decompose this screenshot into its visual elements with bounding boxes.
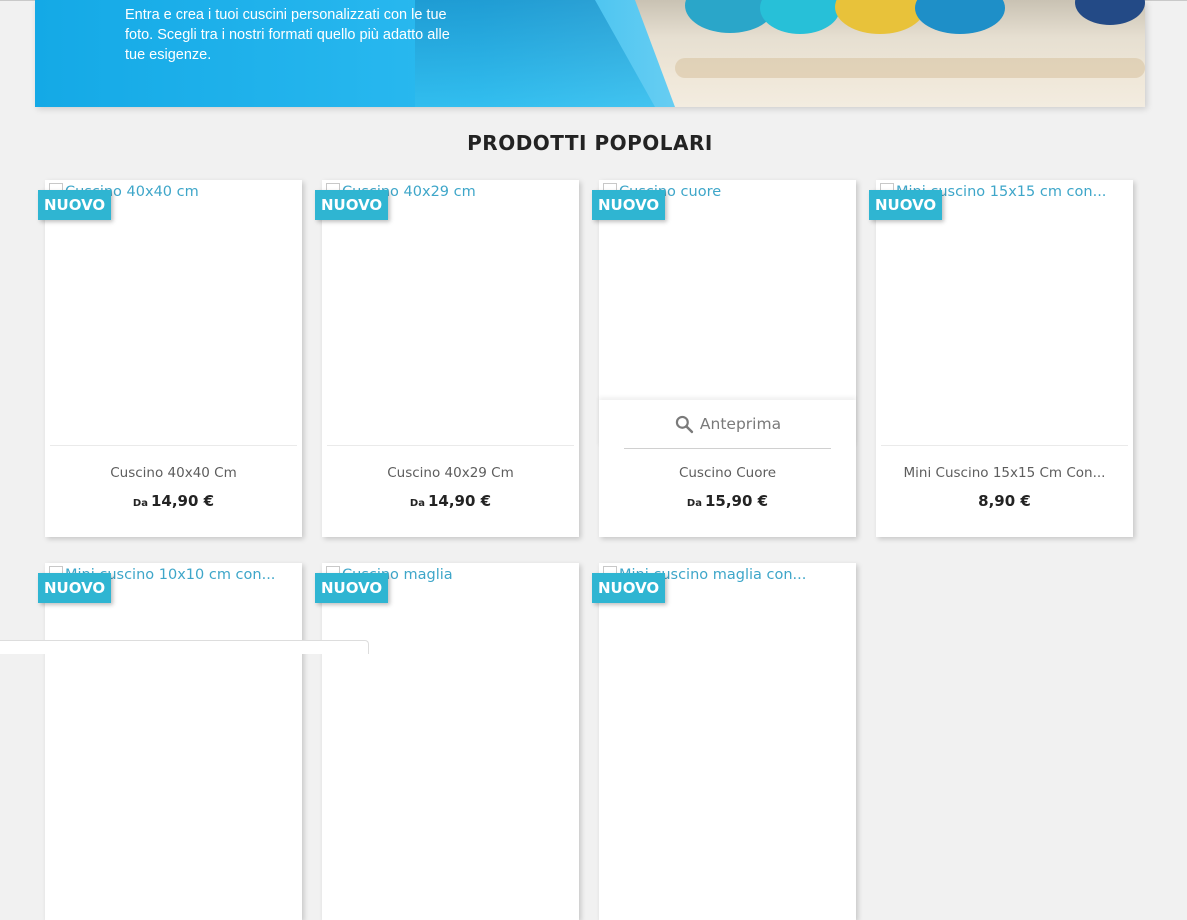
product-name-link[interactable]: Mini Cuscino 15x15 Cm Con...: [876, 465, 1133, 481]
product-card[interactable]: Mini cuscino maglia con... NUOVO: [592, 563, 856, 920]
product-price: 8,90 €: [876, 491, 1133, 510]
product-card[interactable]: Cuscino 40x40 cm NUOVO Cuscino 40x40 Cm …: [38, 180, 302, 537]
product-price: Da 14,90 €: [322, 491, 579, 510]
price-value: 14,90 €: [427, 492, 492, 510]
hero-banner[interactable]: Entra e crea i tuoi cuscini personalizza…: [35, 0, 1145, 107]
banner-couch: [675, 58, 1145, 78]
new-badge: NUOVO: [38, 190, 112, 220]
search-icon: [675, 415, 694, 434]
price-from-label: Da: [132, 498, 148, 509]
banner-text: Entra e crea i tuoi cuscini personalizza…: [125, 7, 450, 63]
card-divider: [624, 448, 831, 449]
quick-view-label: Anteprima: [699, 415, 782, 433]
new-badge: NUOVO: [38, 573, 112, 603]
new-badge: NUOVO: [592, 190, 666, 220]
card-divider: [50, 445, 297, 446]
price-value: 8,90 €: [978, 492, 1031, 510]
product-card[interactable]: Cuscino maglia NUOVO: [315, 563, 579, 920]
section-title: PRODOTTI POPOLARI: [467, 131, 713, 155]
product-name-link[interactable]: Cuscino 40x29 Cm: [322, 465, 579, 481]
bottom-bar: [0, 640, 369, 654]
price-from-label: Da: [409, 498, 425, 509]
card-divider: [881, 445, 1128, 446]
new-badge: NUOVO: [869, 190, 943, 220]
product-card[interactable]: Cuscino 40x29 cm NUOVO Cuscino 40x29 Cm …: [315, 180, 579, 537]
product-name-link[interactable]: Cuscino Cuore: [599, 465, 856, 481]
price-value: 15,90 €: [704, 492, 769, 510]
card-divider: [327, 445, 574, 446]
product-price: Da 14,90 €: [45, 491, 302, 510]
price-from-label: Da: [686, 498, 702, 509]
new-badge: NUOVO: [592, 573, 666, 603]
product-card[interactable]: Mini cuscino 15x15 cm con... NUOVO Mini …: [869, 180, 1133, 537]
product-price: Da 15,90 €: [599, 491, 856, 510]
product-card[interactable]: Mini cuscino 10x10 cm con... NUOVO: [38, 563, 302, 920]
new-badge: NUOVO: [315, 573, 389, 603]
product-card[interactable]: Cuscino cuore NUOVO Anteprima Cuscino Cu…: [592, 180, 856, 537]
product-name-link[interactable]: Cuscino 40x40 Cm: [45, 465, 302, 481]
price-value: 14,90 €: [150, 492, 215, 510]
quick-view-button[interactable]: Anteprima: [599, 400, 856, 448]
new-badge: NUOVO: [315, 190, 389, 220]
